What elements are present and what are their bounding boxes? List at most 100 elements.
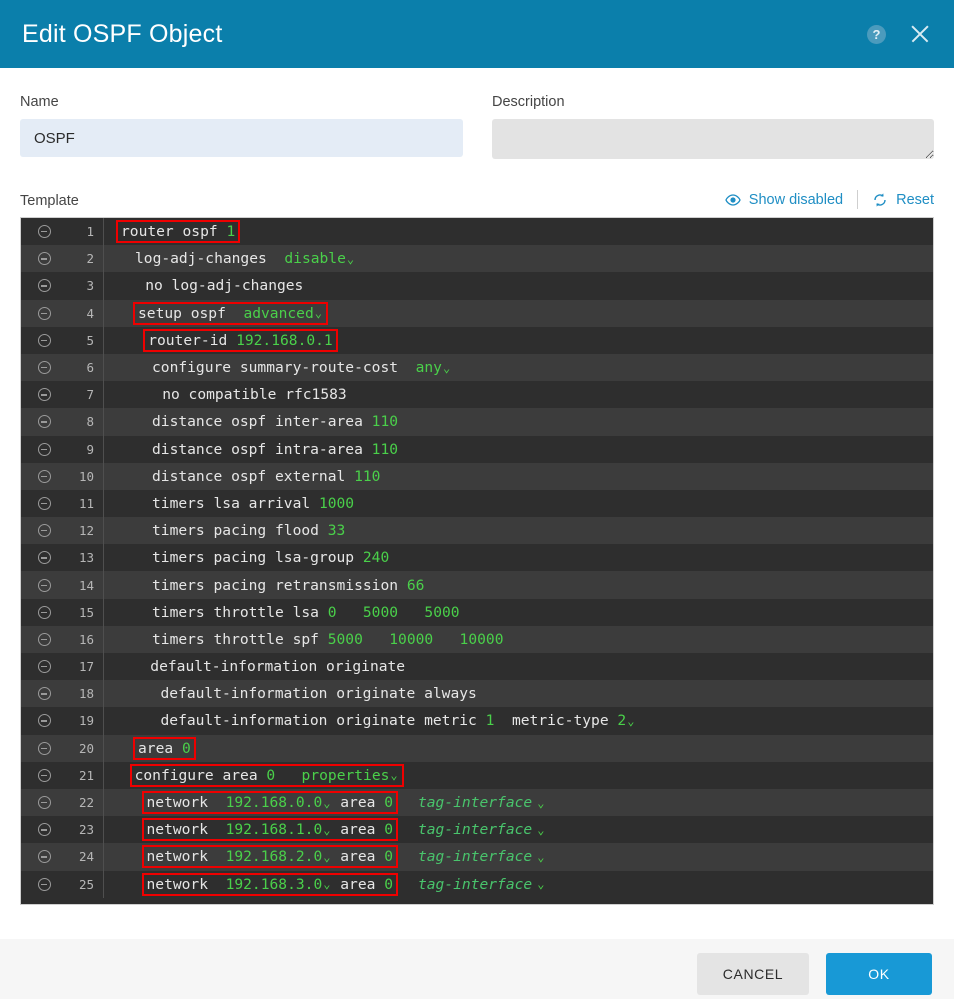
code-text[interactable]: timers pacing lsa-group 240 (104, 549, 933, 566)
collapse-minus-circle-icon[interactable] (21, 687, 67, 701)
code-text[interactable]: network 192.168.0.0 ⌄ area 0 tag-interface… (104, 791, 933, 815)
close-icon[interactable] (908, 22, 932, 46)
code-text[interactable]: log-adj-changes disable ⌄ (104, 250, 933, 267)
collapse-minus-circle-icon[interactable] (21, 796, 67, 810)
chevron-down-icon[interactable]: ⌄ (346, 252, 355, 266)
code-text[interactable]: timers pacing retransmission 66 (104, 577, 933, 594)
tag-interface-dropdown[interactable]: tag-interface (396, 821, 532, 838)
tag-interface-dropdown[interactable]: tag-interface (396, 794, 532, 811)
chevron-down-icon[interactable]: ⌄ (322, 823, 331, 837)
code-text[interactable]: distance ospf external 110 (104, 468, 933, 485)
code-line[interactable]: 21 configure area 0 properties ⌄ (21, 761, 933, 789)
code-line[interactable]: 7 no compatible rfc1583 (21, 381, 933, 409)
chevron-down-icon[interactable]: ⌄ (532, 877, 545, 891)
collapse-minus-circle-icon[interactable] (21, 578, 67, 592)
cancel-button[interactable]: CANCEL (697, 953, 809, 995)
collapse-minus-circle-icon[interactable] (21, 551, 67, 565)
template-code-editor[interactable]: 1 router ospf 1 2 log-adj-changes disable ⌄ 3… (20, 217, 934, 905)
collapse-minus-circle-icon[interactable] (21, 469, 67, 483)
code-line[interactable]: 9 distance ospf intra-area 110 (21, 435, 933, 463)
name-input[interactable] (20, 119, 463, 157)
chevron-down-icon[interactable]: ⌄ (322, 877, 331, 891)
collapse-minus-circle-icon[interactable] (21, 333, 67, 347)
collapse-minus-circle-icon[interactable] (21, 605, 67, 619)
code-line[interactable]: 10 distance ospf external 110 (21, 462, 933, 490)
code-text[interactable]: network 192.168.3.0 ⌄ area 0 tag-interface… (104, 872, 933, 896)
code-line[interactable]: 8 distance ospf inter-area 110 (21, 408, 933, 436)
code-text[interactable]: timers pacing flood 33 (104, 522, 933, 539)
code-text[interactable]: timers throttle spf 5000 10000 10000 (104, 631, 933, 648)
code-line[interactable]: 24 network 192.168.2.0 ⌄ area 0 tag-interfa… (21, 843, 933, 871)
code-text[interactable]: area 0 (104, 736, 933, 760)
chevron-down-icon[interactable]: ⌄ (532, 850, 545, 864)
code-line[interactable]: 11 timers lsa arrival 1000 (21, 489, 933, 518)
collapse-minus-circle-icon[interactable] (21, 877, 67, 891)
code-text[interactable]: network 192.168.2.0 ⌄ area 0 tag-interface… (104, 845, 933, 869)
collapse-minus-circle-icon[interactable] (21, 714, 67, 728)
chevron-down-icon[interactable]: ⌄ (626, 714, 635, 728)
code-line[interactable]: 15 timers throttle lsa 0 5000 5000 (21, 598, 933, 626)
code-line[interactable]: 12 timers pacing flood 33 (21, 517, 933, 545)
code-text[interactable]: router ospf 1 (104, 220, 933, 244)
code-line[interactable]: 1 router ospf 1 (21, 218, 933, 246)
code-text[interactable]: no log-adj-changes (104, 277, 933, 294)
code-line[interactable]: 25 network 192.168.3.0 ⌄ area 0 tag-interfa… (21, 870, 933, 898)
code-text[interactable]: configure summary-route-cost any ⌄ (104, 359, 933, 376)
chevron-down-icon[interactable]: ⌄ (442, 361, 451, 375)
code-text[interactable]: setup ospf advanced ⌄ (104, 301, 933, 325)
chevron-down-icon[interactable]: ⌄ (389, 768, 398, 782)
reset-button[interactable]: Reset (872, 192, 934, 208)
code-text[interactable]: default-information originate (104, 658, 933, 675)
collapse-minus-circle-icon[interactable] (21, 741, 67, 755)
code-text[interactable]: distance ospf inter-area 110 (104, 413, 933, 430)
collapse-minus-circle-icon[interactable] (21, 850, 67, 864)
collapse-minus-circle-icon[interactable] (21, 524, 67, 538)
code-text[interactable]: timers throttle lsa 0 5000 5000 (104, 604, 933, 621)
code-line[interactable]: 20 area 0 (21, 734, 933, 762)
code-text[interactable]: configure area 0 properties ⌄ (104, 763, 933, 787)
collapse-minus-circle-icon[interactable] (21, 415, 67, 429)
code-text[interactable]: network 192.168.1.0 ⌄ area 0 tag-interface… (104, 818, 933, 842)
chevron-down-icon[interactable]: ⌄ (532, 796, 545, 810)
collapse-minus-circle-icon[interactable] (21, 279, 67, 293)
collapse-minus-circle-icon[interactable] (21, 660, 67, 674)
code-line[interactable]: 16 timers throttle spf 5000 10000 10000 (21, 625, 933, 653)
code-text[interactable]: router-id 192.168.0.1 (104, 328, 933, 352)
help-circle-icon[interactable]: ? (867, 24, 886, 44)
collapse-minus-circle-icon[interactable] (21, 361, 67, 375)
collapse-minus-circle-icon[interactable] (21, 225, 67, 239)
code-text[interactable]: default-information originate metric 1 m… (104, 712, 933, 729)
code-text[interactable]: no compatible rfc1583 (104, 386, 933, 403)
tag-interface-dropdown[interactable]: tag-interface (396, 848, 532, 865)
collapse-minus-circle-icon[interactable] (21, 823, 67, 837)
code-line[interactable]: 19 default-information originate metric 1… (21, 707, 933, 735)
code-line[interactable]: 4 setup ospf advanced ⌄ (21, 299, 933, 327)
collapse-minus-circle-icon[interactable] (21, 632, 67, 646)
code-text[interactable]: distance ospf intra-area 110 (104, 441, 933, 458)
collapse-minus-circle-icon[interactable] (21, 306, 67, 320)
code-line[interactable]: 17 default-information originate (21, 653, 933, 681)
code-text[interactable]: timers lsa arrival 1000 (104, 495, 933, 512)
code-line[interactable]: 22 network 192.168.0.0 ⌄ area 0 tag-interfa… (21, 788, 933, 817)
code-line[interactable]: 18 default-information originate always (21, 680, 933, 708)
code-line[interactable]: 3 no log-adj-changes (21, 272, 933, 300)
code-line[interactable]: 5 router-id 192.168.0.1 (21, 326, 933, 354)
collapse-minus-circle-icon[interactable] (21, 442, 67, 456)
chevron-down-icon[interactable]: ⌄ (532, 823, 545, 837)
collapse-minus-circle-icon[interactable] (21, 388, 67, 402)
code-line[interactable]: 13 timers pacing lsa-group 240 (21, 544, 933, 572)
description-textarea[interactable] (492, 119, 934, 159)
code-line[interactable]: 2 log-adj-changes disable ⌄ (21, 245, 933, 273)
collapse-minus-circle-icon[interactable] (21, 252, 67, 266)
code-line[interactable]: 23 network 192.168.1.0 ⌄ area 0 tag-interfa… (21, 816, 933, 844)
code-text[interactable]: default-information originate always (104, 685, 933, 702)
show-disabled-button[interactable]: Show disabled (725, 192, 843, 208)
chevron-down-icon[interactable]: ⌄ (322, 796, 331, 810)
collapse-minus-circle-icon[interactable] (21, 496, 67, 510)
ok-button[interactable]: OK (826, 953, 932, 995)
chevron-down-icon[interactable]: ⌄ (314, 306, 323, 320)
tag-interface-dropdown[interactable]: tag-interface (396, 876, 532, 893)
chevron-down-icon[interactable]: ⌄ (322, 850, 331, 864)
code-line[interactable]: 14 timers pacing retransmission 66 (21, 571, 933, 599)
collapse-minus-circle-icon[interactable] (21, 768, 67, 782)
